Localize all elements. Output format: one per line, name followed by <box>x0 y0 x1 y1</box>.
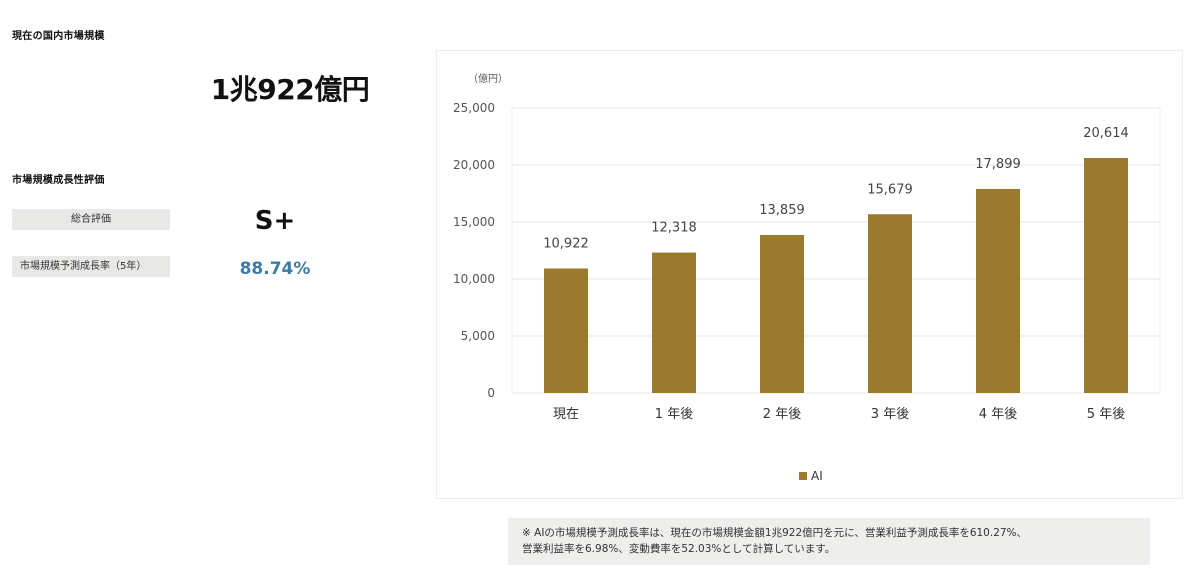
market-size-title: 現在の国内市場規模 <box>12 31 105 42</box>
bar <box>652 252 696 393</box>
bar <box>1084 158 1128 393</box>
bar <box>868 214 912 393</box>
calculation-note: ※ AIの市場規模予測成長率は、現在の市場規模金額1兆922億円を元に、営業利益… <box>508 518 1150 565</box>
bar-value-label: 10,922 <box>543 236 589 251</box>
growth-evaluation-title: 市場規模成長性評価 <box>12 175 105 186</box>
bar-value-label: 13,859 <box>759 203 805 218</box>
y-tick-label: 10,000 <box>453 272 495 286</box>
x-tick-label: 2 年後 <box>763 407 801 422</box>
y-unit-label: （億円） <box>468 72 508 85</box>
y-tick-label: 20,000 <box>453 158 495 172</box>
growth-rate-value: 88.74% <box>239 259 311 279</box>
bar-value-label: 12,318 <box>651 221 697 236</box>
market-size-chart: 10,922 12,318 13,859 15,679 17,899 20,614 0 5,… <box>436 50 1183 499</box>
overall-rating-value: S+ <box>254 206 296 236</box>
growth-rate-label: 市場規模予測成長率（5年） <box>12 256 170 277</box>
x-tick-label: 3 年後 <box>871 407 909 422</box>
bar-value-label: 17,899 <box>975 157 1021 172</box>
x-tick-label: 1 年後 <box>655 407 693 422</box>
chart-canvas: 10,922 12,318 13,859 15,679 17,899 20,614 0 5,… <box>453 72 1161 483</box>
bar-value-label: 15,679 <box>867 182 913 197</box>
bar <box>760 235 804 393</box>
plot-area <box>511 107 1161 394</box>
legend-label: AI <box>811 469 823 483</box>
y-tick-label: 15,000 <box>453 215 495 229</box>
note-line-2: 営業利益率を6.98%、変動費率を52.03%として計算しています。 <box>522 543 836 555</box>
y-tick-label: 25,000 <box>453 101 495 115</box>
x-tick-label: 4 年後 <box>979 407 1017 422</box>
y-tick-label: 0 <box>487 386 495 400</box>
legend-swatch <box>799 472 807 480</box>
bar-value-label: 20,614 <box>1083 126 1129 141</box>
y-tick-label: 5,000 <box>461 329 495 343</box>
note-line-1: ※ AIの市場規模予測成長率は、現在の市場規模金額1兆922億円を元に、営業利益… <box>522 527 1028 539</box>
bar <box>976 188 1020 393</box>
overall-rating-label: 総合評価 <box>12 209 170 230</box>
x-tick-label: 現在 <box>553 407 579 422</box>
x-tick-label: 5 年後 <box>1087 407 1125 422</box>
bar <box>544 268 588 393</box>
